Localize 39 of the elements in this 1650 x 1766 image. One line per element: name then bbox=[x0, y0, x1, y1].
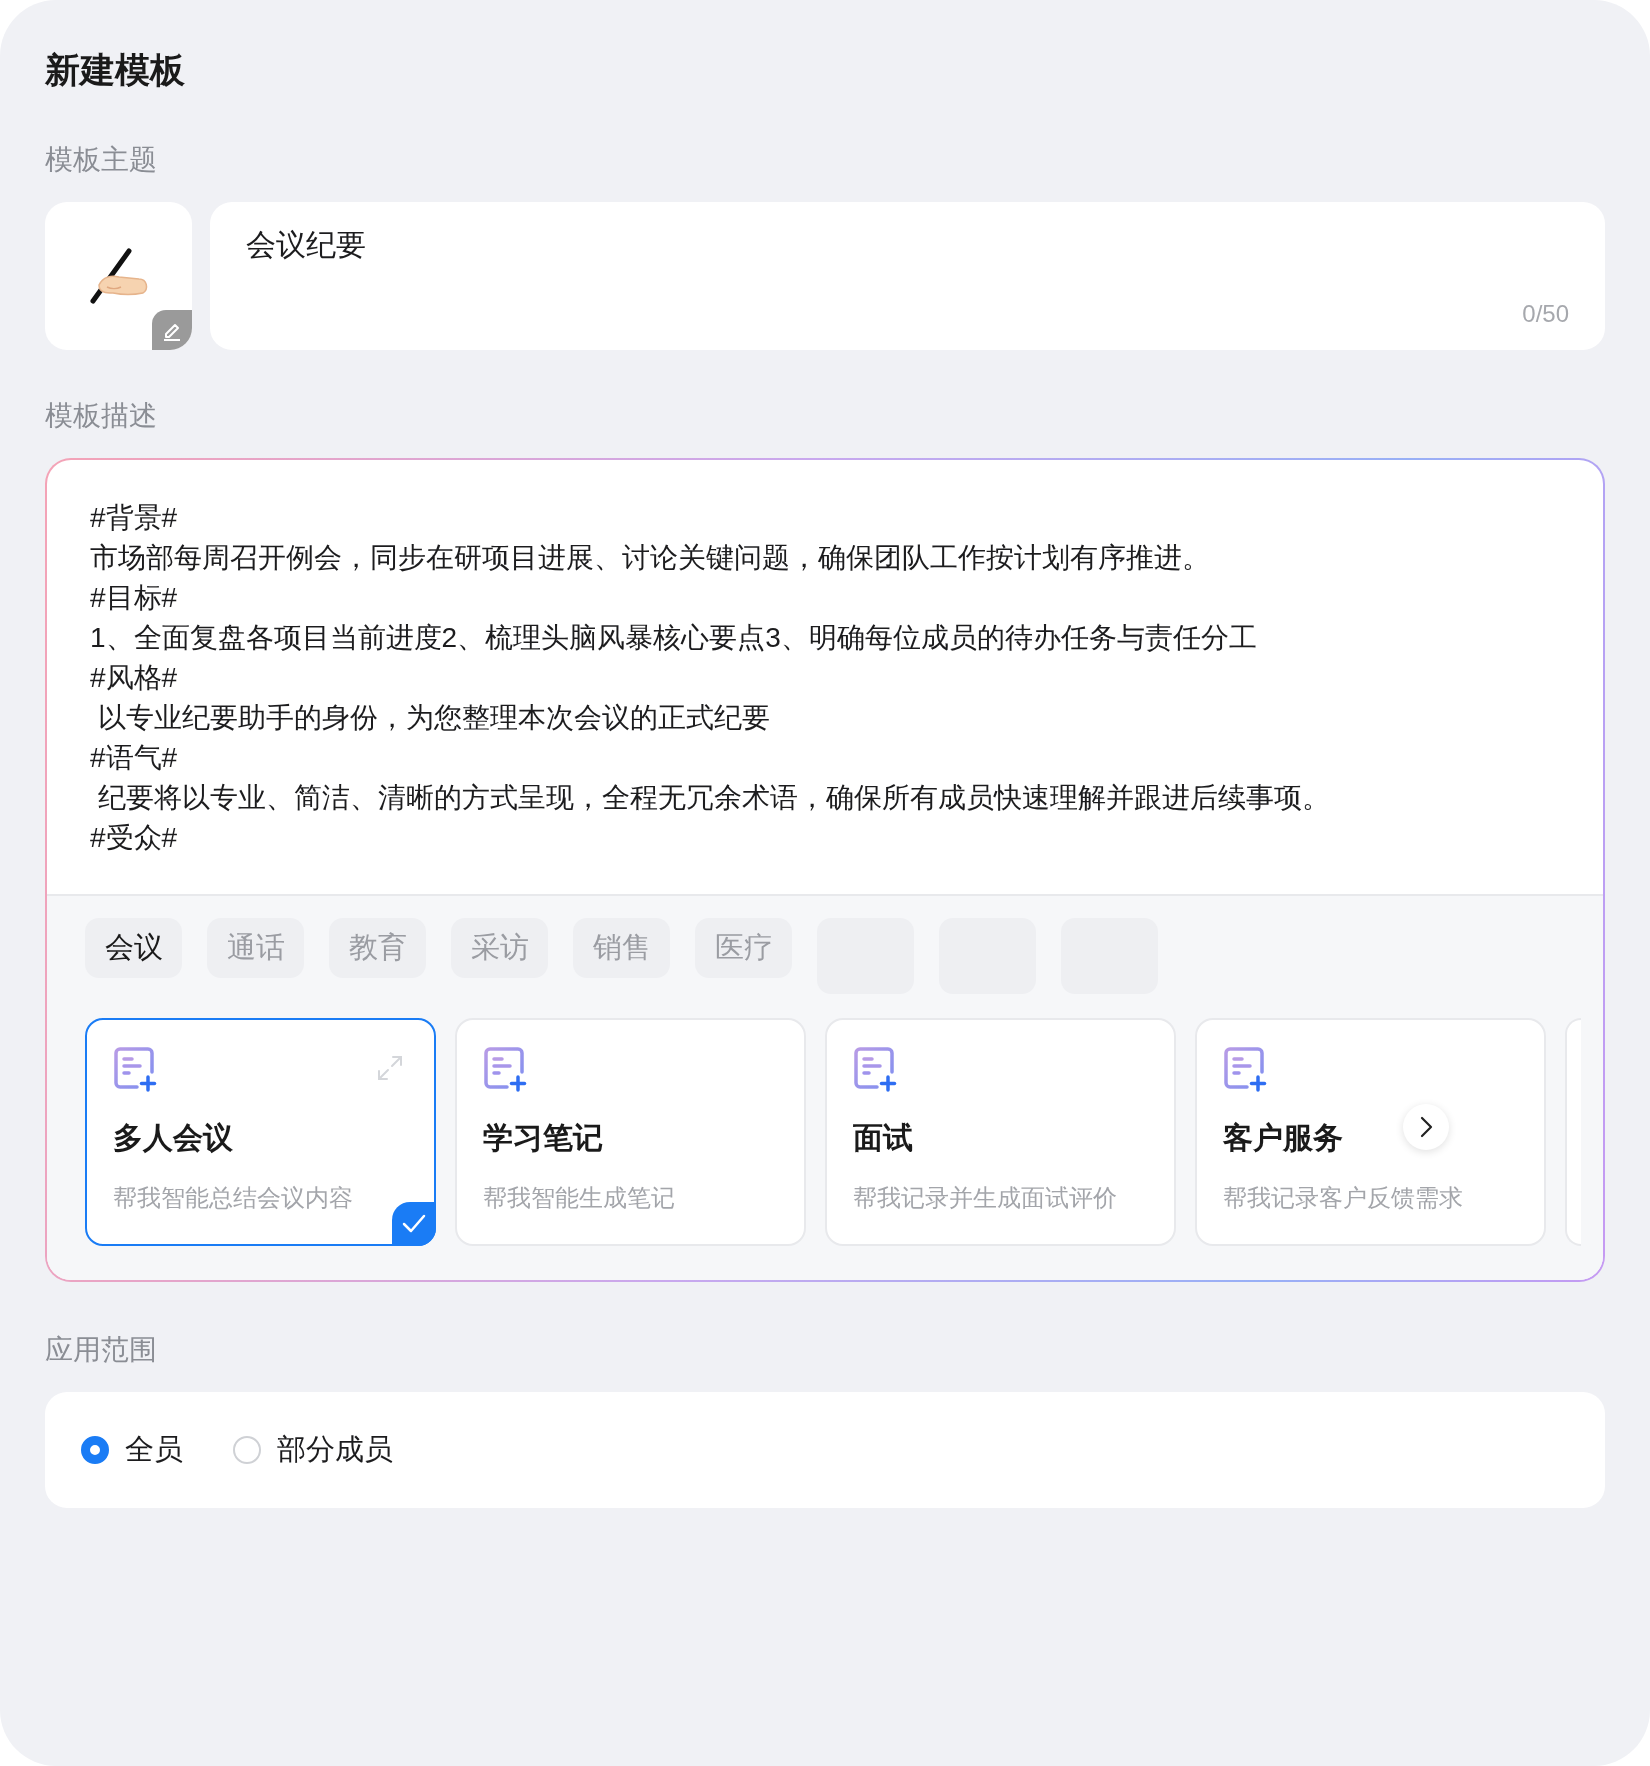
document-plus-icon bbox=[1223, 1046, 1269, 1092]
section-label: 应用范围 bbox=[45, 1334, 157, 1365]
section-label: 模板描述 bbox=[45, 400, 157, 431]
template-subtitle: 帮我智能生成笔记 bbox=[483, 1183, 675, 1213]
template-card[interactable]: 客户服务 帮我记录客户反馈需求 bbox=[1195, 1018, 1546, 1246]
template-card[interactable]: 学习笔记 帮我智能生成笔记 bbox=[455, 1018, 806, 1246]
expand-icon[interactable] bbox=[376, 1054, 404, 1082]
template-card[interactable]: 多人会议 帮我智能总结会议内容 bbox=[85, 1018, 436, 1246]
template-subtitle: 帮我记录并生成面试评价 bbox=[853, 1183, 1117, 1213]
template-subtitle: 帮我记录客户反馈需求 bbox=[1223, 1183, 1463, 1213]
chevron-right-icon bbox=[1418, 1115, 1434, 1139]
template-title: 客户服务 bbox=[1223, 1120, 1343, 1156]
description-line: #语气# bbox=[90, 741, 178, 775]
document-plus-icon bbox=[483, 1046, 529, 1092]
template-title: 多人会议 bbox=[113, 1120, 233, 1156]
description-line: 纪要将以专业、简洁、清晰的方式呈现，全程无冗余术语，确保所有成员快速理解并跟进后续事项。 bbox=[96, 781, 1330, 815]
description-line: 市场部每周召开例会，同步在研项目进展、讨论关键问题，确保团队工作按计划有序推进。 bbox=[90, 541, 1210, 575]
section-label: 模板主题 bbox=[45, 144, 157, 175]
document-plus-icon bbox=[853, 1046, 899, 1092]
character-counter: 0/50 bbox=[1522, 300, 1569, 328]
description-line: #受众# bbox=[90, 821, 178, 855]
description-line: 1、全面复盘各项目当前进度2、梳理头脑风暴核心要点3、明确每位成员的待办任务与责任分工 bbox=[90, 621, 1257, 655]
description-line: 以专业纪要助手的身份，为您整理本次会议的正式纪要 bbox=[96, 701, 770, 735]
radio-label[interactable]: 部分成员 bbox=[277, 1430, 393, 1470]
template-card[interactable]: 面试 帮我记录并生成面试评价 bbox=[825, 1018, 1176, 1246]
template-title: 学习笔记 bbox=[483, 1120, 603, 1156]
page-title: 新建模板 bbox=[45, 49, 186, 91]
selected-check-icon bbox=[392, 1202, 436, 1246]
description-line: #背景# bbox=[90, 501, 178, 535]
edit-button[interactable] bbox=[152, 310, 192, 350]
radio-label[interactable]: 全员 bbox=[125, 1430, 183, 1470]
description-field[interactable] bbox=[45, 458, 1605, 1282]
radio-button[interactable] bbox=[81, 1436, 109, 1464]
description-line: #风格# bbox=[90, 661, 178, 695]
document-plus-icon bbox=[113, 1046, 159, 1092]
template-subtitle: 帮我智能总结会议内容 bbox=[113, 1183, 353, 1213]
description-line: #目标# bbox=[90, 581, 178, 615]
template-title: 面试 bbox=[853, 1120, 913, 1156]
category-tab[interactable]: 会议 bbox=[85, 918, 182, 978]
